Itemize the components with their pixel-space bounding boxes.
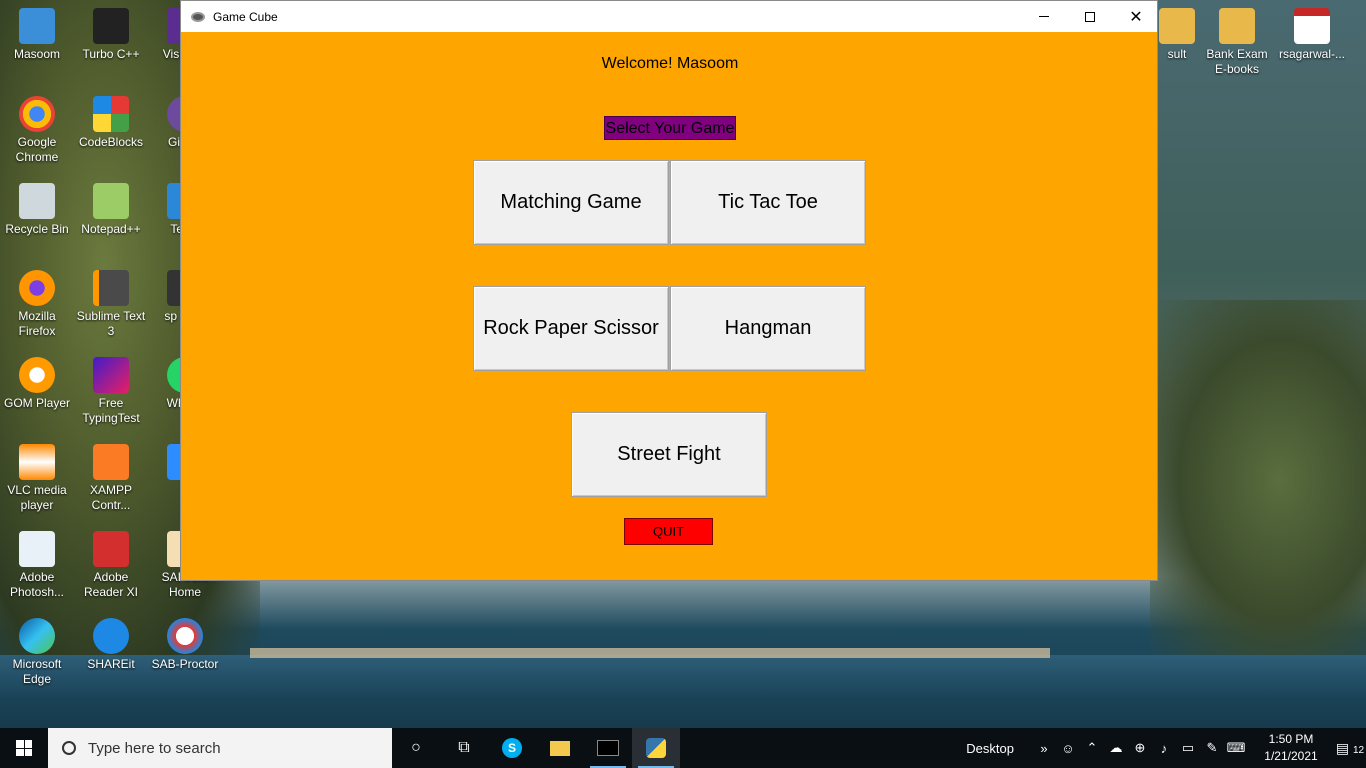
window-title: Game Cube (213, 9, 278, 24)
gom-player-icon (19, 357, 55, 393)
minimize-icon (1039, 16, 1049, 17)
desktop-icon-firefox[interactable]: Mozilla Firefox (0, 270, 74, 339)
skype-icon: S (502, 738, 522, 758)
matching-game-button[interactable]: Matching Game (473, 160, 669, 245)
window-titlebar[interactable]: Game Cube ✕ (181, 1, 1157, 32)
python-button[interactable] (632, 728, 680, 768)
notification-icon: ▤ (1335, 739, 1350, 756)
hangman-button[interactable]: Hangman (670, 286, 866, 371)
maximize-button[interactable] (1067, 1, 1113, 32)
typing-test-icon (93, 357, 129, 393)
minimize-button[interactable] (1021, 1, 1067, 32)
adobe-reader-icon (93, 531, 129, 567)
clock-date: 1/21/2021 (1264, 749, 1318, 763)
notepadpp-icon (93, 183, 129, 219)
cortana-button[interactable]: ○ (392, 728, 440, 768)
desktop-icon-shareit[interactable]: SHAREit (74, 618, 148, 672)
battery-icon[interactable]: ▭ (1176, 740, 1200, 756)
desktop-icon-masoom[interactable]: Masoom (0, 8, 74, 62)
action-center-button[interactable]: ▤ 12 (1334, 740, 1366, 757)
people-icon[interactable]: ☺ (1056, 741, 1080, 756)
shareit-icon (93, 618, 129, 654)
show-hidden-icons-icon[interactable]: ⌃ (1080, 740, 1104, 756)
keyboard-icon[interactable]: ⌨ (1224, 740, 1248, 756)
desktop-wallpaper-beach (250, 648, 1050, 658)
tk-feather-icon (191, 11, 205, 22)
folder-icon (1159, 8, 1195, 44)
file-explorer-button[interactable] (536, 728, 584, 768)
desktop-icon-pdf[interactable]: rsagarwal-... (1275, 8, 1349, 62)
desktop-icon-sublime[interactable]: Sublime Text 3 (74, 270, 148, 339)
edge-icon (19, 618, 55, 654)
recycle-bin-icon (19, 183, 55, 219)
chrome-icon (19, 96, 55, 132)
desktop-wallpaper-cliff-right (1150, 300, 1366, 660)
rock-paper-scissor-button[interactable]: Rock Paper Scissor (473, 286, 669, 371)
file-explorer-icon (550, 740, 570, 756)
desktop-icon-xampp[interactable]: XAMPP Contr... (74, 444, 148, 513)
taskbar-search-box[interactable]: Type here to search (48, 728, 392, 768)
task-view-button[interactable]: ⧉ (440, 728, 488, 768)
desktop-icon-recycle-bin[interactable]: Recycle Bin (0, 183, 74, 237)
windows-logo-icon (16, 740, 32, 756)
chevron-right-icon[interactable]: » (1032, 741, 1056, 756)
desktop-icon-sab-proctor[interactable]: SAB-Proctor (148, 618, 222, 672)
desktop-icon-typing-test[interactable]: Free TypingTest (74, 357, 148, 426)
pen-icon[interactable]: ✎ (1200, 740, 1224, 756)
clock-time: 1:50 PM (1268, 732, 1314, 746)
sublime-icon (93, 270, 129, 306)
start-button[interactable] (0, 728, 48, 768)
search-icon (62, 741, 76, 755)
notification-count: 12 (1353, 744, 1365, 756)
maximize-icon (1085, 11, 1095, 22)
close-button[interactable]: ✕ (1113, 1, 1159, 32)
game-cube-window: Game Cube ✕ Welcome! Masoom Select Your … (180, 0, 1158, 581)
volume-icon[interactable]: ♪ (1152, 741, 1176, 756)
onedrive-icon[interactable]: ☁ (1104, 740, 1128, 756)
terminal-icon (597, 740, 619, 756)
desktop-icon-codeblocks[interactable]: CodeBlocks (74, 96, 148, 150)
command-prompt-button[interactable] (584, 728, 632, 768)
photoshop-icon (19, 531, 55, 567)
quit-button[interactable]: QUIT (624, 518, 713, 545)
system-tray: Desktop » ☺ ⌃ ☁ ⊕ ♪ ▭ ✎ ⌨ 1:50 PM 1/21/2… (966, 728, 1366, 768)
clock[interactable]: 1:50 PM 1/21/2021 (1254, 731, 1328, 765)
close-icon: ✕ (1129, 8, 1143, 26)
folder-icon (1219, 8, 1255, 44)
desktop-icon-edge[interactable]: Microsoft Edge (0, 618, 74, 687)
tic-tac-toe-button[interactable]: Tic Tac Toe (670, 160, 866, 245)
desktop-toolbar-label[interactable]: Desktop (966, 741, 1014, 756)
network-icon[interactable]: ⊕ (1128, 740, 1152, 756)
vlc-icon (19, 444, 55, 480)
firefox-icon (19, 270, 55, 306)
turbo-cpp-icon (93, 8, 129, 44)
desktop-icon-chrome[interactable]: Google Chrome (0, 96, 74, 165)
desktop-icon-gom[interactable]: GOM Player (0, 357, 74, 411)
taskbar: Type here to search ○ ⧉ S Desktop » ☺ ⌃ … (0, 728, 1366, 768)
python-icon (646, 738, 666, 758)
desktop-icon-adobe-reader[interactable]: Adobe Reader XI (74, 531, 148, 600)
codeblocks-icon (93, 96, 129, 132)
search-placeholder: Type here to search (88, 739, 221, 757)
street-fight-button[interactable]: Street Fight (571, 412, 767, 497)
welcome-label: Welcome! Masoom (601, 55, 739, 72)
desktop-icon-turbo-cpp[interactable]: Turbo C++ (74, 8, 148, 62)
skype-button[interactable]: S (488, 728, 536, 768)
desktop-icon-photoshop[interactable]: Adobe Photosh... (0, 531, 74, 600)
desktop-icon-bank-exam[interactable]: Bank Exam E-books (1200, 8, 1274, 77)
user-folder-icon (19, 8, 55, 44)
select-game-label: Select Your Game (604, 116, 736, 140)
sab-proctor-icon (167, 618, 203, 654)
desktop-icon-vlc[interactable]: VLC media player (0, 444, 74, 513)
xampp-icon (93, 444, 129, 480)
task-view-icon: ⧉ (458, 739, 470, 756)
cortana-icon: ○ (411, 739, 421, 756)
pdf-icon (1294, 8, 1330, 44)
desktop-icon-notepadpp[interactable]: Notepad++ (74, 183, 148, 237)
